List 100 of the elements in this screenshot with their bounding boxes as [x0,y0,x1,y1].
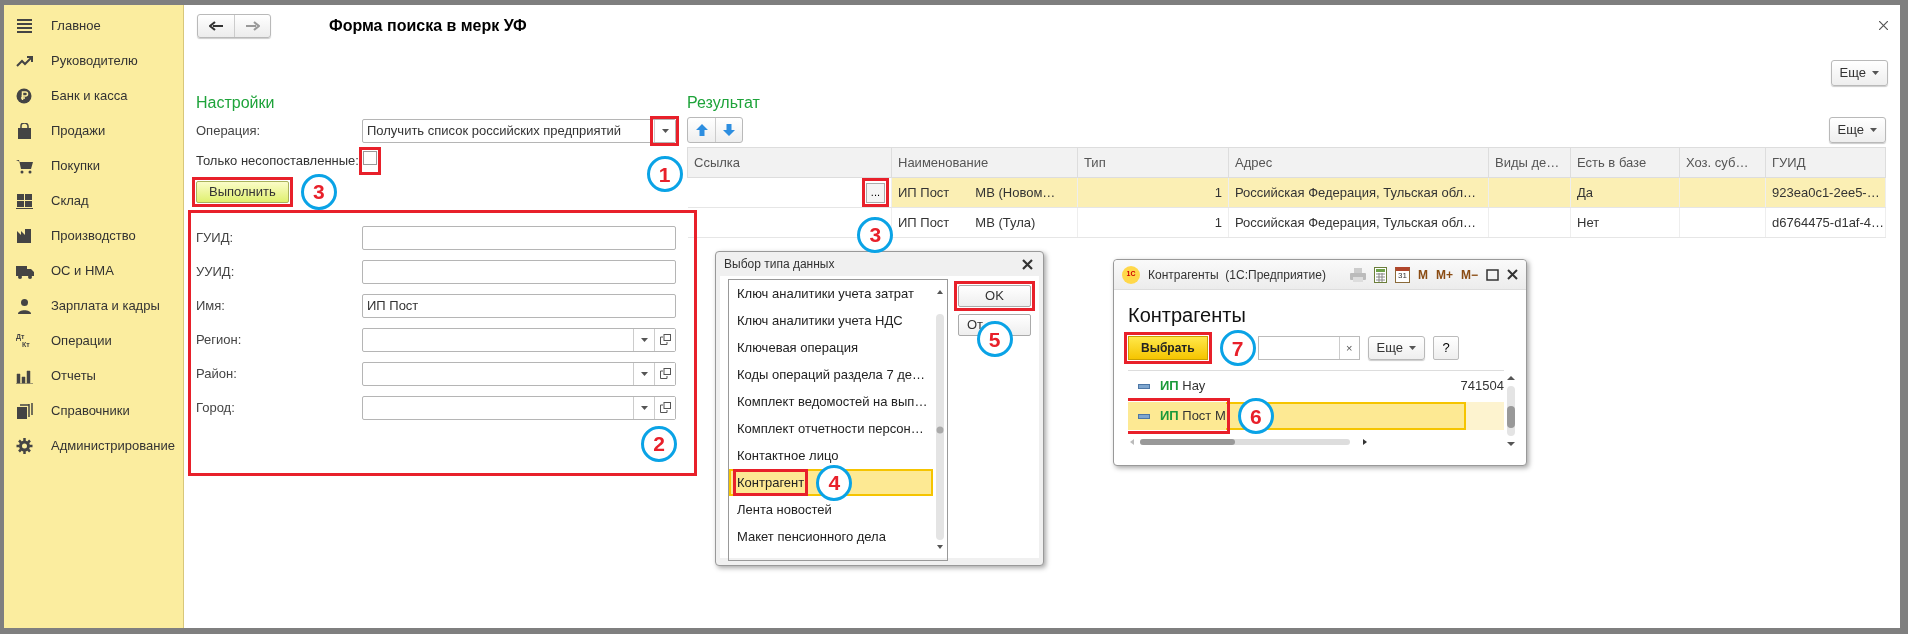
sidebar-item[interactable]: Справочники [4,393,183,428]
more-button[interactable]: Еще [1830,60,1888,86]
calculator-icon[interactable] [1373,266,1387,283]
search-field[interactable]: × [1257,336,1360,360]
open-icon [659,402,671,413]
form-title: Форма поиска в мерк УФ [329,15,527,36]
table-cell: ИП Пост [898,214,950,230]
books-icon [16,402,34,419]
list-item-label[interactable]: Контрагент [737,474,805,490]
list-item[interactable]: Коды операций раздела 7 де… [729,361,933,388]
column-header[interactable]: Ссылка [687,147,892,178]
ok-button[interactable]: OK [958,285,1031,307]
open-button[interactable] [654,396,675,419]
window-title: Контрагенты (1С:Предприятие) [1148,266,1326,284]
run-button[interactable]: Выполнить [196,180,289,203]
table-cell: Нет [1577,214,1600,230]
open-icon [659,368,671,379]
table-cell: ИП Пост [898,184,950,200]
list-item[interactable]: Ключ аналитики учета НДС [729,307,933,334]
close-icon [1022,258,1033,270]
maximize-icon[interactable] [1486,268,1499,281]
bar-chart-icon [16,367,34,384]
section-title: Настройки [196,93,276,113]
arrow-down-icon [723,124,735,136]
sidebar-item[interactable]: Зарплата и кадры [4,288,183,323]
caret-icon [640,405,648,410]
checkbox-label: Только несопоставленные: [196,152,359,170]
bag-icon [16,122,34,139]
column-header[interactable]: ГУИД [1765,147,1886,178]
table-cell: МВ (Тула) [975,214,1036,230]
ellipsis-button[interactable]: ... [865,182,885,203]
table-cell: Российская Федерация, Тульская обл… [1235,214,1477,230]
list-item[interactable]: Комплект ведомостей на вып… [729,388,933,415]
input-field[interactable] [362,361,676,386]
table-cell: МВ (Новом… [975,184,1056,200]
caret-icon [1872,71,1879,75]
sidebar-item[interactable]: ОС и НМА [4,253,183,288]
input-field[interactable] [362,259,676,284]
field-label: Район: [196,364,238,383]
close-button[interactable] [1877,19,1890,32]
close-button[interactable] [1020,256,1035,272]
select-button[interactable]: Выбрать [1128,336,1208,360]
list-item[interactable]: Ключевая операция [729,334,933,361]
memory-button[interactable]: M+ [1435,265,1453,284]
menu-icon [16,17,34,34]
factory-icon [16,227,34,244]
column-header[interactable]: Адрес [1228,147,1489,178]
table-cell: Российская Федерация, Тульская обл… [1235,184,1477,200]
caret-icon [1409,346,1417,350]
table-cell: Да [1577,184,1594,200]
field-label: ГУИД: [196,228,235,247]
calendar-button[interactable]: 31 [1394,266,1410,283]
column-header[interactable]: Наименование [891,147,1078,178]
column-header[interactable]: Есть в базе [1570,147,1680,178]
step-number: 3 [857,216,894,253]
minus-icon [1138,413,1150,419]
list-item[interactable]: Ключ аналитики учета затрат [729,280,933,307]
caret-icon [640,371,648,376]
close-icon[interactable] [1507,269,1518,280]
table-cell: d6764475-d1af-4… [1772,214,1885,230]
help-button[interactable]: ? [1433,336,1460,360]
list-row[interactable]: ИП Нау [1128,372,1206,400]
more-button[interactable]: Еще [1828,117,1886,143]
step-number: 4 [816,464,853,501]
open-button[interactable] [654,328,675,351]
sidebar-item[interactable]: Продажи [4,113,183,148]
arrow-up-icon [695,124,708,136]
more-button[interactable]: Еще [1367,336,1426,360]
list-item[interactable]: Комплект отчетности персон… [729,415,933,442]
sidebar-item[interactable]: Производство [4,218,183,253]
checkbox[interactable] [362,151,377,165]
sidebar-item[interactable]: Главное [4,8,183,43]
sidebar-item[interactable]: Банк и касса [4,78,183,113]
field-label: УУИД: [196,262,236,281]
minus-icon [1138,383,1150,389]
column-header[interactable]: Хоз. суб… [1679,147,1766,178]
column-header[interactable]: Тип [1077,147,1229,178]
close-icon [1879,21,1888,30]
input-field[interactable] [362,395,676,420]
sidebar-item[interactable]: Руководителю [4,43,183,78]
step-number: 2 [641,425,677,462]
memory-button[interactable]: M− [1461,265,1478,284]
input-field[interactable] [362,225,676,250]
field-label: Операция: [196,122,262,141]
sidebar-item[interactable]: Администрирование [4,428,183,463]
input-field[interactable]: ИП Пост [362,293,676,318]
arrow-right-icon [245,20,260,31]
table-cell: 923ea0c1-2ee5-… [1772,184,1880,200]
step-number: 1 [646,156,683,192]
sidebar-item[interactable]: Отчеты [4,358,183,393]
arrow-left-icon [209,20,223,31]
memory-button[interactable]: M [1417,265,1428,284]
table-cell: 1 [1214,214,1222,230]
list-row[interactable]: ИП Пост М [1128,402,1226,430]
sidebar-item[interactable]: Склад [4,183,183,218]
sidebar-item[interactable]: Покупки [4,148,183,183]
list-item[interactable]: Макет пенсионного дела [729,523,933,550]
input-field[interactable] [362,327,676,352]
open-button[interactable] [654,362,675,385]
column-header[interactable]: Виды де… [1488,147,1571,178]
